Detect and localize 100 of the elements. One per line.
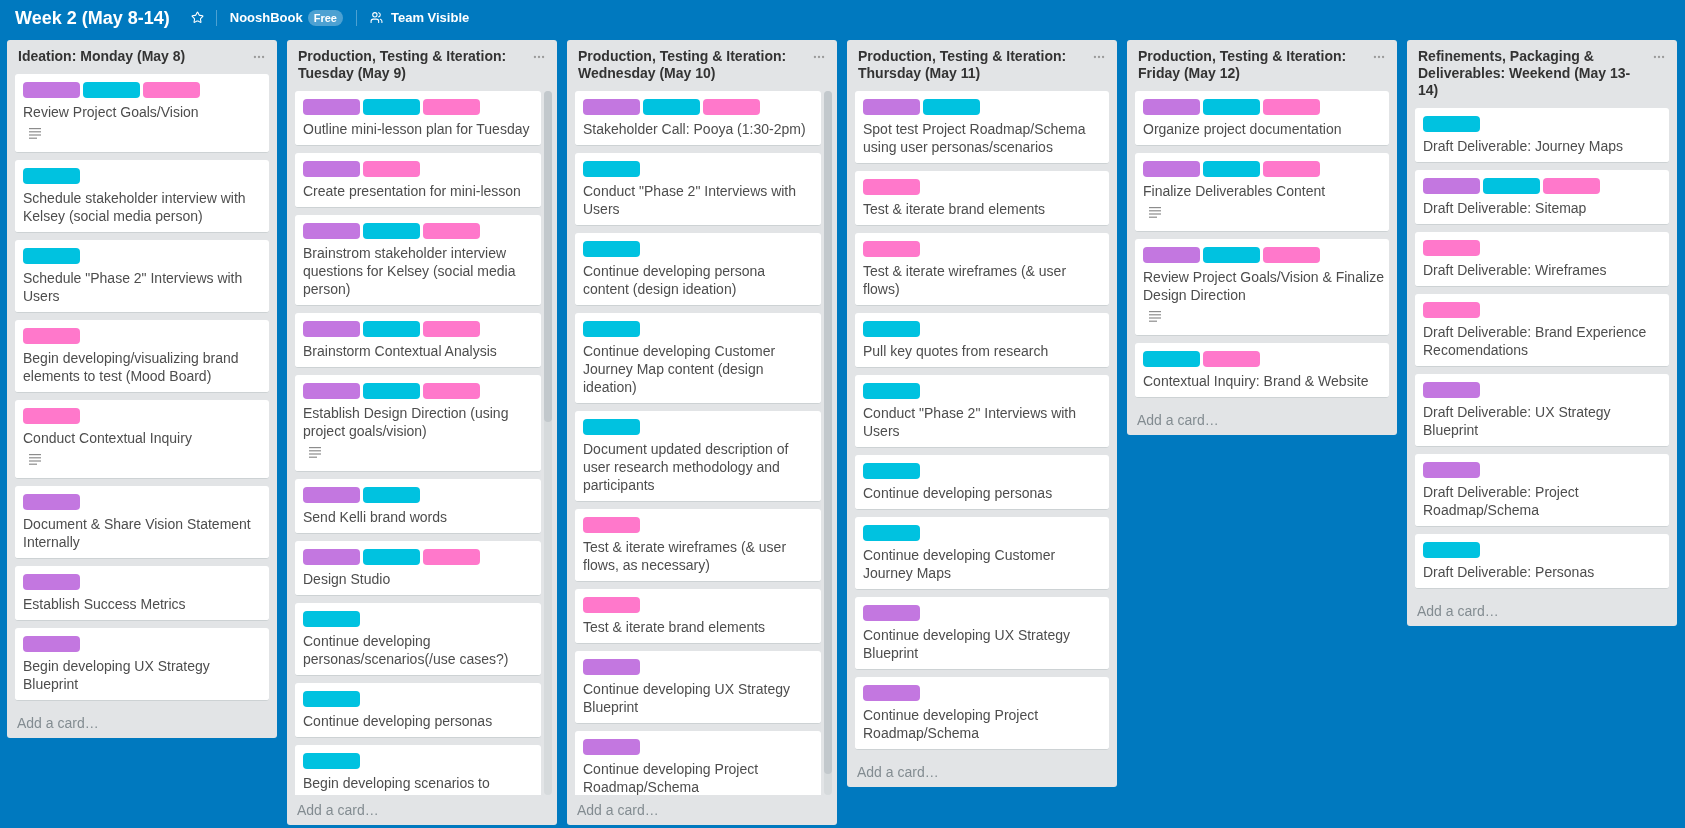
card-title: Test & iterate wireframes (& user flows, as necessary) xyxy=(583,538,788,574)
card-title: Continue developing Customer Journey Map content (design ideation) xyxy=(583,342,777,396)
card-title: Continue developing Customer Journey Maps xyxy=(863,546,1057,582)
task-card[interactable]: Design Studio xyxy=(295,541,541,596)
task-card[interactable]: Establish Success Metrics xyxy=(15,566,269,621)
card-title: Design Studio xyxy=(303,570,392,588)
task-card[interactable]: Document updated description of user research methodology and participants xyxy=(575,411,821,502)
card-title: Establish Design Direction (using project goals/vision) xyxy=(303,404,510,440)
task-card[interactable]: Contextual Inquiry: Brand & Website xyxy=(1135,343,1389,398)
task-card[interactable]: Finalize Deliverables Content xyxy=(1135,153,1389,232)
task-card[interactable]: Schedule "Phase 2" Interviews with Users xyxy=(15,240,269,313)
task-card[interactable]: Conduct "Phase 2" Interviews with Users xyxy=(855,375,1109,448)
task-card[interactable]: Continue developing Project Roadmap/Schema xyxy=(855,677,1109,750)
card-title: Organize project documentation xyxy=(1143,120,1343,138)
task-card[interactable]: Draft Deliverable: Project Roadmap/Schema xyxy=(1415,454,1669,527)
task-card[interactable]: Brainstrom stakeholder interview questions for Kelsey (social media person) xyxy=(295,215,541,306)
team-link[interactable]: NooshBook xyxy=(229,7,303,28)
task-card[interactable]: Draft Deliverable: Personas xyxy=(1415,534,1669,589)
task-card[interactable]: Continue developing UX Strategy Blueprint xyxy=(855,597,1109,670)
card-title: Contextual Inquiry: Brand & Website xyxy=(1143,372,1370,390)
card-title: Document updated description of user research methodology and participants xyxy=(583,440,790,494)
card-title: Begin developing/visualizing brand elements to test (Mood Board) xyxy=(23,349,240,385)
task-card[interactable]: Send Kelli brand words xyxy=(295,479,541,534)
card-title: Document & Share Vision Statement Internally xyxy=(23,515,252,551)
card-title: Continue developing Project Roadmap/Schema xyxy=(863,706,1040,742)
scrollbar-thumb[interactable] xyxy=(544,91,552,422)
card-title: Draft Deliverable: Journey Maps xyxy=(1423,137,1624,155)
list-title: Production, Testing & Iteration: Thursday (May 11) xyxy=(858,48,1068,82)
list-title: Production, Testing & Iteration: Friday (May 12) xyxy=(1138,48,1348,82)
card-title: Draft Deliverable: Personas xyxy=(1423,563,1596,581)
task-card[interactable]: Organize project documentation xyxy=(1135,91,1389,146)
card-title: Begin developing scenarios to xyxy=(303,774,491,792)
star-icon[interactable] xyxy=(190,11,204,24)
card-title: Draft Deliverable: Project Roadmap/Schema xyxy=(1423,483,1580,519)
card-title: Spot test Project Roadmap/Schema using user personas/scenarios xyxy=(863,120,1087,156)
task-card[interactable]: Draft Deliverable: Journey Maps xyxy=(1415,108,1669,163)
task-card[interactable]: Draft Deliverable: UX Strategy Blueprint xyxy=(1415,374,1669,447)
task-card[interactable]: Continue developing UX Strategy Blueprint xyxy=(575,651,821,724)
card-title: Finalize Deliverables Content xyxy=(1143,182,1327,200)
task-card[interactable]: Stakeholder Call: Pooya (1:30-2pm) xyxy=(575,91,821,146)
list-title: Production, Testing & Iteration: Tuesday (May 9) xyxy=(298,48,508,82)
task-card[interactable]: Test & iterate brand elements xyxy=(575,589,821,644)
task-card[interactable]: Establish Design Direction (using project goals/vision) xyxy=(295,375,541,472)
card-title: Review Project Goals/Vision & Finalize Design Direction xyxy=(1143,268,1385,304)
card-title: Continue developing UX Strategy Blueprint xyxy=(863,626,1072,662)
task-card[interactable]: Spot test Project Roadmap/Schema using user personas/scenarios xyxy=(855,91,1109,164)
task-card[interactable]: Conduct "Phase 2" Interviews with Users xyxy=(575,153,821,226)
task-card[interactable]: Pull key quotes from research xyxy=(855,313,1109,368)
board-title[interactable]: Week 2 (May 8-14) xyxy=(15,5,170,30)
task-card[interactable]: Test & iterate wireframes (& user flows, as necessary) xyxy=(575,509,821,582)
task-card[interactable]: Begin developing UX Strategy Blueprint xyxy=(15,628,269,701)
card-title: Draft Deliverable: UX Strategy Blueprint xyxy=(1423,403,1612,439)
task-card[interactable]: Continue developing Project Roadmap/Schema xyxy=(575,731,821,795)
plan-badge: Free xyxy=(307,9,343,26)
card-title: Conduct "Phase 2" Interviews with Users xyxy=(583,182,798,218)
card-title: Outline mini-lesson plan for Tuesday xyxy=(303,120,531,138)
task-card[interactable]: Outline mini-lesson plan for Tuesday xyxy=(295,91,541,146)
task-card[interactable]: Continue developing Customer Journey Maps xyxy=(855,517,1109,590)
list-title: Refinements, Packaging & Deliverables: Weekend (May 13- 14) xyxy=(1418,48,1632,99)
card-title: Schedule stakeholder interview with Kelsey (social media person) xyxy=(23,189,247,225)
visibility-button[interactable]: Team Visible xyxy=(369,7,470,28)
task-card[interactable]: Draft Deliverable: Sitemap xyxy=(1415,170,1669,225)
task-card[interactable]: Draft Deliverable: Brand Experience Recomendations xyxy=(1415,294,1669,367)
card-title: Schedule "Phase 2" Interviews with Users xyxy=(23,269,244,305)
card-title: Continue developing personas/scenarios(/use cases?) xyxy=(303,632,510,668)
card-title: Test & iterate brand elements xyxy=(583,618,767,636)
task-card[interactable]: Document & Share Vision Statement Internally xyxy=(15,486,269,559)
card-title: Continue developing personas xyxy=(303,712,494,730)
card-title: Continue developing UX Strategy Blueprint xyxy=(583,680,792,716)
task-card[interactable]: Test & iterate wireframes (& user flows) xyxy=(855,233,1109,306)
task-card[interactable]: Begin developing scenarios to xyxy=(295,745,541,795)
task-card[interactable]: Test & iterate brand elements xyxy=(855,171,1109,226)
list-title: Production, Testing & Iteration: Wednesday (May 10) xyxy=(578,48,788,82)
card-title: Continue developing persona content (design ideation) xyxy=(583,262,767,298)
card-title: Test & iterate brand elements xyxy=(863,200,1047,218)
card-title: Stakeholder Call: Pooya (1:30-2pm) xyxy=(583,120,807,138)
task-card[interactable]: Begin developing/visualizing brand elements to test (Mood Board) xyxy=(15,320,269,393)
task-card[interactable]: Review Project Goals/Vision & Finalize Design Direction xyxy=(1135,239,1389,336)
card-title: Pull key quotes from research xyxy=(863,342,1050,360)
task-card[interactable]: Create presentation for mini-lesson xyxy=(295,153,541,208)
card-title: Draft Deliverable: Brand Experience Recomendations xyxy=(1423,323,1648,359)
task-card[interactable]: Conduct Contextual Inquiry xyxy=(15,400,269,479)
card-title: Establish Success Metrics xyxy=(23,595,187,613)
task-card[interactable]: Schedule stakeholder interview with Kelsey (social media person) xyxy=(15,160,269,233)
task-card[interactable]: Continue developing personas xyxy=(295,683,541,738)
task-card[interactable]: Brainstorm Contextual Analysis xyxy=(295,313,541,368)
card-title: Test & iterate wireframes (& user flows) xyxy=(863,262,1068,298)
task-card[interactable]: Draft Deliverable: Wireframes xyxy=(1415,232,1669,287)
card-title: Conduct "Phase 2" Interviews with Users xyxy=(863,404,1078,440)
task-card[interactable]: Continue developing personas xyxy=(855,455,1109,510)
card-title: Continue developing Project Roadmap/Schema xyxy=(583,760,760,795)
task-card[interactable]: Continue developing Customer Journey Map content (design ideation) xyxy=(575,313,821,404)
task-card[interactable]: Continue developing personas/scenarios(/use cases?) xyxy=(295,603,541,676)
card-title: Conduct Contextual Inquiry xyxy=(23,429,193,447)
card-title: Send Kelli brand words xyxy=(303,508,448,526)
task-card[interactable]: Continue developing persona content (design ideation) xyxy=(575,233,821,306)
card-title: Draft Deliverable: Sitemap xyxy=(1423,199,1588,217)
task-card[interactable]: Review Project Goals/Vision xyxy=(15,74,269,153)
people-icon xyxy=(369,11,383,24)
card-title: Draft Deliverable: Wireframes xyxy=(1423,261,1608,279)
